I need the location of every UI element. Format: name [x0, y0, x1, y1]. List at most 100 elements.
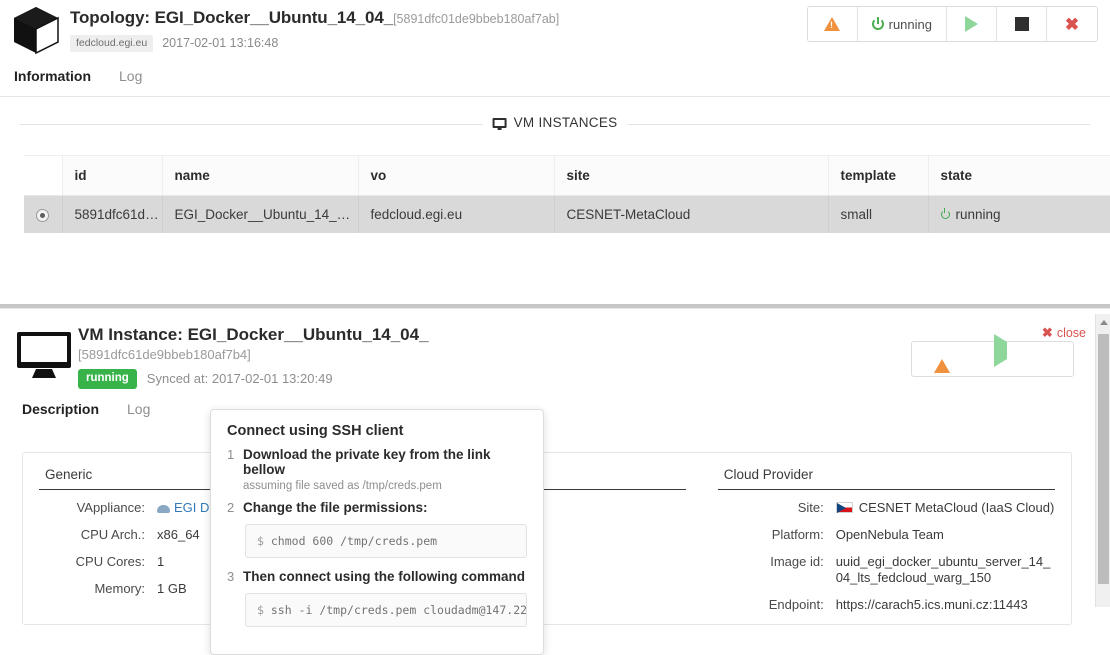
column-template: template [828, 156, 928, 196]
vm-instance-info-card: Generic VAppliance: EGI Do CPU Arch.: x8… [22, 452, 1072, 625]
label-cpu-cores: CPU Cores: [39, 554, 157, 570]
vm-instances-section-header: VM INSTANCES [20, 109, 1090, 143]
tab-vm-log[interactable]: Log [127, 401, 150, 420]
vm-title-prefix: VM Instance: [78, 325, 188, 344]
scroll-up-arrow-icon[interactable] [1096, 314, 1110, 330]
ssh-chmod-command[interactable]: $ chmod 600 /tmp/creds.pem [245, 524, 527, 558]
row-select-cell[interactable] [24, 196, 62, 234]
cell-name: EGI_Docker__Ubuntu_14_04_ [162, 196, 358, 234]
label-platform: Platform: [718, 527, 836, 543]
warning-triangle-icon [934, 342, 950, 373]
topology-title-prefix: Topology: [70, 8, 155, 27]
cloud-provider-column-title: Cloud Provider [718, 467, 1055, 490]
ssh-step-1-text: Download the private key from the link b… [243, 447, 527, 477]
scrollbar-thumb[interactable] [1098, 334, 1109, 584]
power-icon [941, 210, 950, 219]
column-vo: vo [358, 156, 554, 196]
tab-log[interactable]: Log [119, 68, 142, 87]
cloud-provider-column: Cloud Provider Site: CESNET MetaCloud (I… [702, 467, 1071, 624]
state-button[interactable]: running [858, 7, 947, 41]
ssh-step-2-text: Change the file permissions: [243, 500, 428, 515]
vm-instances-heading: VM INSTANCES [483, 115, 628, 130]
vm-instance-controls [911, 341, 1074, 377]
vm-instance-tabs: Description Log [0, 387, 1096, 430]
vm-instances-table: id name vo site template state 5891dfc61… [24, 156, 1110, 233]
cloud-row-image-id: Image id: uuid_egi_docker_ubuntu_server_… [718, 554, 1055, 586]
cloud-row-platform: Platform: OpenNebula Team [718, 527, 1055, 543]
ssh-step-1: 1 Download the private key from the link… [227, 447, 527, 477]
play-icon [965, 16, 978, 32]
vm-instance-name: EGI_Docker__Ubuntu_14_04_ [188, 325, 429, 344]
column-state: state [928, 156, 1110, 196]
label-endpoint: Endpoint: [718, 597, 836, 613]
cube-icon [12, 5, 60, 55]
value-vappliance: EGI Do [157, 500, 217, 516]
vm-instances-heading-label: VM INSTANCES [514, 115, 618, 130]
tab-description[interactable]: Description [22, 401, 99, 420]
status-badge: running [78, 369, 137, 389]
topology-created-date: 2017-02-01 13:16:48 [162, 36, 278, 50]
ssh-step-2-number: 2 [227, 500, 243, 515]
column-name: name [162, 156, 358, 196]
vm-stop-button[interactable] [1029, 342, 1073, 376]
table-row[interactable]: 5891dfc61de... EGI_Docker__Ubuntu_14_04_… [24, 196, 1110, 234]
ssh-step-3-text: Then connect using the following command [243, 569, 525, 584]
cloud-row-endpoint: Endpoint: https://carach5.ics.muni.cz:11… [718, 597, 1055, 613]
delete-button[interactable]: ✖ [1047, 7, 1097, 41]
label-vappliance: VAppliance: [39, 500, 157, 516]
topology-name: EGI_Docker__Ubuntu_14_04_ [155, 8, 393, 27]
value-image-id: uuid_egi_docker_ubuntu_server_14_04_lts_… [836, 554, 1055, 586]
stop-icon [1015, 17, 1029, 31]
tab-information[interactable]: Information [14, 68, 91, 87]
row-radio-button[interactable] [36, 209, 49, 222]
column-id: id [62, 156, 162, 196]
play-icon [994, 334, 1007, 367]
column-select [24, 156, 62, 196]
ssh-connect-popup: Connect using SSH client 1 Download the … [210, 409, 544, 655]
ssh-step-3: 3 Then connect using the following comma… [227, 569, 527, 584]
cloud-row-site: Site: CESNET MetaCloud (IaaS Cloud) [718, 500, 1055, 516]
vo-badge: fedcloud.egi.eu [70, 35, 153, 52]
value-site: CESNET MetaCloud (IaaS Cloud) [836, 500, 1055, 516]
topology-header: Topology: EGI_Docker__Ubuntu_14_04_[5891… [0, 0, 1110, 60]
value-cpu-arch: x86_64 [157, 527, 200, 543]
table-header-row: id name vo site template state [24, 156, 1110, 196]
ssh-connect-prompt: $ [257, 603, 264, 617]
ssh-step-1-number: 1 [227, 447, 243, 477]
label-site: Site: [718, 500, 836, 516]
ssh-connect-command[interactable]: $ ssh -i /tmp/creds.pem cloudadm@147.228… [245, 593, 527, 627]
ssh-chmod-prompt: $ [257, 534, 264, 548]
cz-flag-icon [836, 502, 853, 513]
cell-template: small [828, 196, 928, 234]
ssh-popup-title: Connect using SSH client [227, 423, 527, 439]
ssh-step-2: 2 Change the file permissions: [227, 500, 527, 515]
stop-button[interactable] [997, 7, 1047, 41]
state-label: running [889, 17, 932, 32]
site-name: CESNET MetaCloud (IaaS Cloud) [859, 500, 1055, 515]
cell-state: running [928, 196, 1110, 234]
value-platform: OpenNebula Team [836, 527, 944, 543]
label-image-id: Image id: [718, 554, 836, 586]
vertical-scrollbar[interactable] [1095, 314, 1110, 607]
cell-vo: fedcloud.egi.eu [358, 196, 554, 234]
close-x-icon: ✖ [1065, 16, 1079, 33]
vm-warning-button[interactable] [912, 342, 972, 376]
value-memory: 1 GB [157, 581, 187, 597]
ssh-step-3-number: 3 [227, 569, 243, 584]
vm-instance-header: VM Instance: EGI_Docker__Ubuntu_14_04_ [… [0, 309, 1096, 387]
column-site: site [554, 156, 828, 196]
vm-start-button[interactable] [972, 342, 1029, 376]
topology-tabs: Information Log [0, 60, 1110, 97]
monitor-icon [493, 118, 507, 128]
topology-uuid: [5891dfc01de9bbeb180af7ab] [393, 12, 559, 26]
start-button[interactable] [947, 7, 997, 41]
ssh-chmod-text: chmod 600 /tmp/creds.pem [271, 534, 437, 548]
value-cpu-cores: 1 [157, 554, 164, 570]
monitor-icon [16, 331, 72, 379]
value-endpoint: https://carach5.ics.muni.cz:11443 [836, 597, 1028, 613]
warning-triangle-icon [824, 17, 840, 31]
warning-button[interactable] [808, 7, 858, 41]
ssh-step-1-subtext: assuming file saved as /tmp/creds.pem [243, 480, 527, 492]
cell-state-label: running [956, 207, 1001, 222]
vm-instances-table-wrap: id name vo site template state 5891dfc61… [24, 155, 1110, 233]
